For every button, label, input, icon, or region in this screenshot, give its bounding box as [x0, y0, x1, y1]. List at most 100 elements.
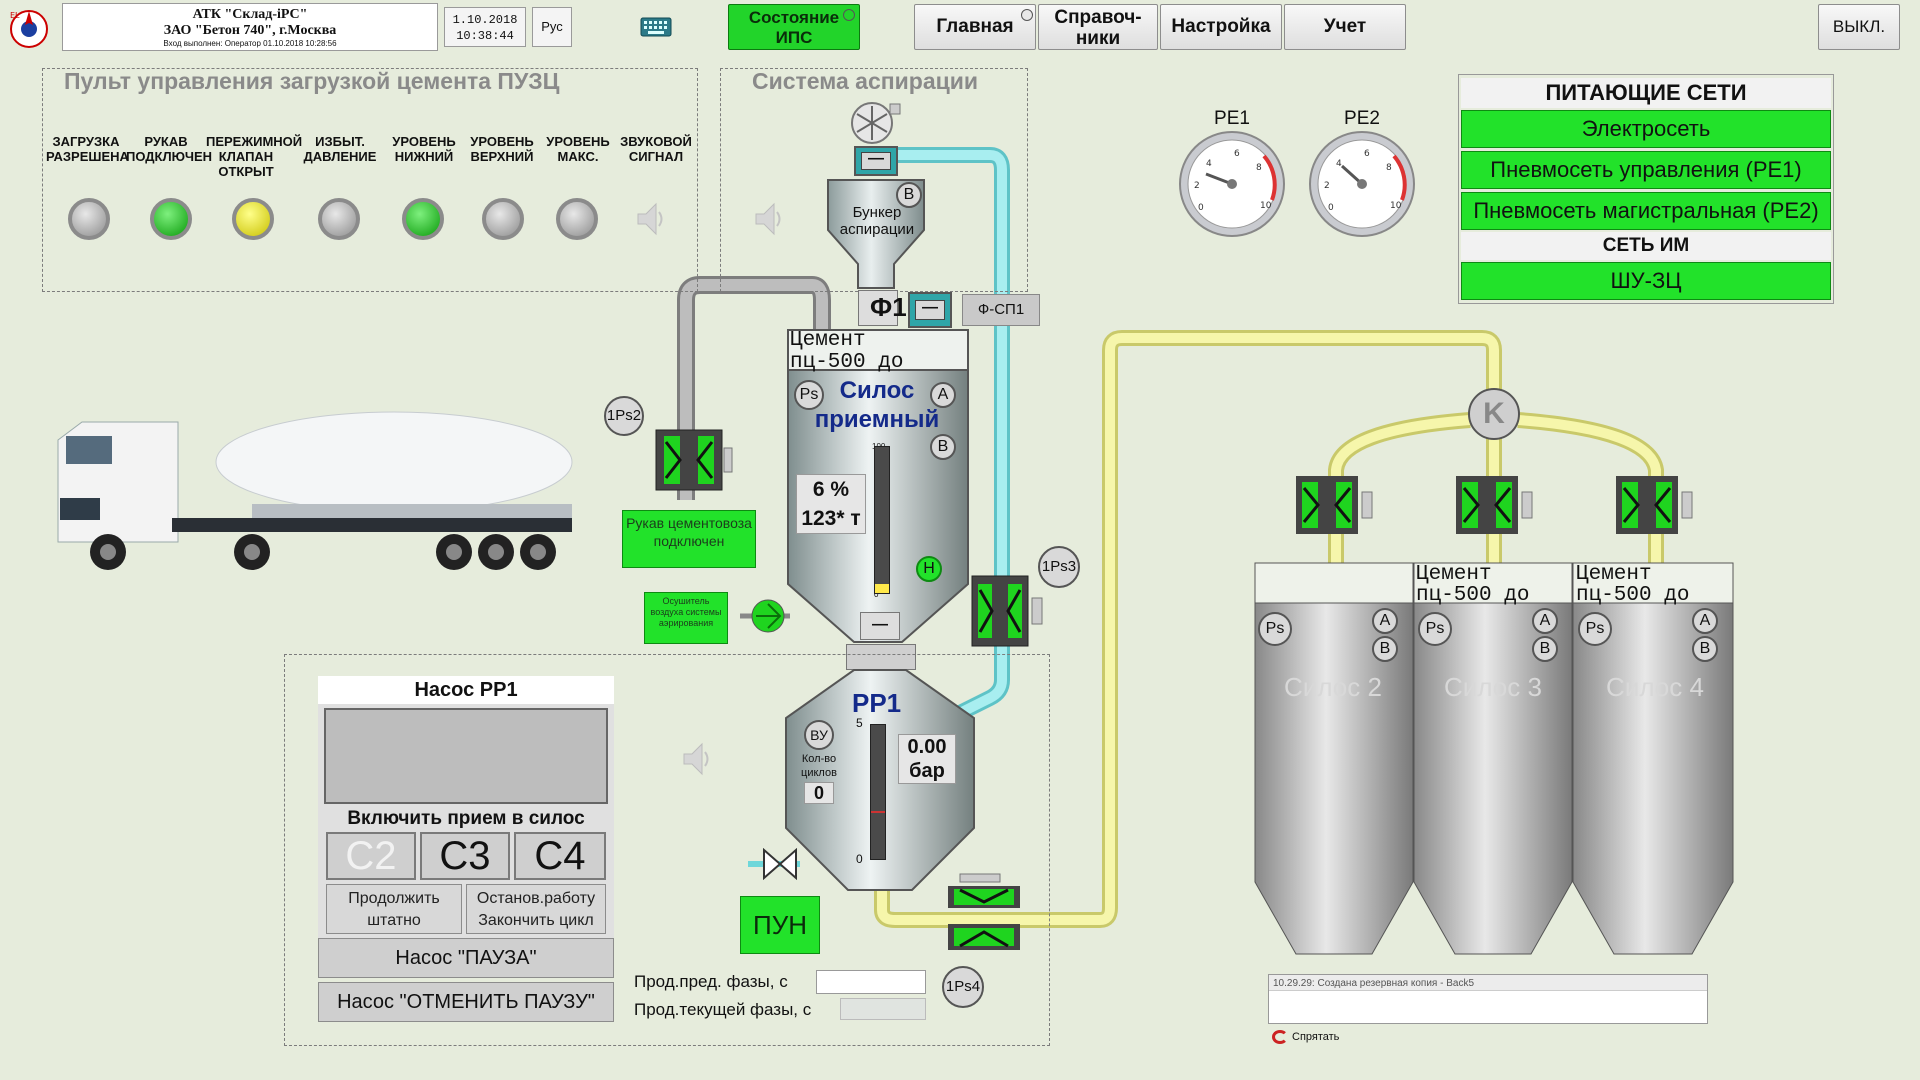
cur-phase-field: [840, 998, 926, 1020]
silo3-ps-sensor[interactable]: Ps: [1418, 612, 1452, 646]
fan-icon[interactable]: [846, 100, 902, 146]
filter-f1-motor[interactable]: —: [908, 292, 952, 328]
silo4-name: Силос 4: [1606, 672, 1704, 702]
aeration-dryer-icon[interactable]: [748, 598, 788, 634]
receiver-ps-sensor[interactable]: Ps: [794, 380, 824, 410]
receiver-silo-name: Силос приемный: [814, 377, 940, 433]
lamp-level-high: [482, 198, 524, 240]
pump-pause-button[interactable]: Насос "ПАУЗА": [318, 938, 614, 978]
prev-phase-label: Прод.пред. фазы, с: [634, 972, 788, 991]
aspiration-title: Система аспирации: [752, 68, 979, 94]
distributor-k[interactable]: K: [1468, 388, 1520, 440]
network-electric[interactable]: Электросеть: [1461, 110, 1831, 148]
lamp-overpressure: [318, 198, 360, 240]
lamp-label-level-max: УРОВЕНЬ МАКС.: [546, 134, 610, 164]
svg-text:10: 10: [1260, 201, 1272, 211]
pump-speaker-icon[interactable]: [680, 740, 712, 778]
silo-c2-button[interactable]: C2: [326, 832, 416, 880]
filter-minus-icon[interactable]: —: [861, 151, 891, 170]
networks-title: ПИТАЮЩИЕ СЕТИ: [1461, 78, 1831, 108]
hide-log-button[interactable]: Спрятать: [1272, 1030, 1339, 1044]
valve-1ps4-icon[interactable]: [946, 872, 1022, 954]
svg-text:10: 10: [1390, 201, 1402, 211]
valve-1ps3-icon[interactable]: [970, 574, 1050, 648]
silo-c4-button[interactable]: C4: [514, 832, 606, 880]
enable-receive-label: Включить прием в силос: [347, 808, 585, 829]
svg-text:8: 8: [1256, 163, 1262, 173]
silo2-inlet-valve-icon[interactable]: [1294, 474, 1376, 536]
continue-button[interactable]: Продолжить штатно: [326, 884, 462, 934]
pump-vu-sensor[interactable]: ВУ: [804, 720, 834, 750]
silo4-b-sensor[interactable]: B: [1692, 636, 1718, 662]
hide-log-label: Спрятать: [1292, 1031, 1340, 1043]
speaker-icon[interactable]: [634, 200, 666, 238]
gauge-pe2-label: PE2: [1344, 108, 1380, 129]
stop-cycle-button[interactable]: Останов.работу Закончить цикл: [466, 884, 606, 934]
lamp-label-hose-connected: РУКАВ ПОДКЛЮЧЕН: [126, 134, 213, 164]
valve-1ps4-tag[interactable]: 1Ps4: [942, 966, 984, 1008]
lamp-label-load-allowed: ЗАГРУЗКА РАЗРЕШЕНА: [46, 134, 129, 164]
pun-button[interactable]: ПУН: [740, 896, 820, 954]
filter-f1-minus-icon: —: [915, 300, 945, 320]
aspiration-speaker-icon[interactable]: [752, 200, 784, 238]
silo4-cement-grade: пц-500 до: [1576, 584, 1690, 607]
silo3-inlet-valve-icon[interactable]: [1454, 474, 1536, 536]
pump-scale-top: 5: [856, 716, 863, 730]
silo3-a-sensor[interactable]: A: [1532, 608, 1558, 634]
gauge-pe2: 0 2 4 6 8 10: [1309, 131, 1415, 237]
filter-f1-label: Ф1: [870, 292, 907, 322]
svg-text:8: 8: [1386, 163, 1392, 173]
loading-panel-title: Пульт управления загрузкой цемента ПУЗЦ: [64, 68, 560, 94]
silo2-b-sensor[interactable]: B: [1372, 636, 1398, 662]
silo4-inlet-valve-icon[interactable]: [1614, 474, 1696, 536]
silo2-ps-sensor[interactable]: Ps: [1258, 612, 1292, 646]
im-network-title: СЕТЬ ИМ: [1461, 232, 1831, 260]
svg-text:2: 2: [1324, 181, 1330, 191]
network-pneumo-main[interactable]: Пневмосеть магистральная (PE2): [1461, 192, 1831, 230]
pump-inlet-valve-icon[interactable]: [762, 848, 798, 880]
receiver-a-sensor[interactable]: A: [930, 382, 956, 408]
silo2-a-sensor[interactable]: A: [1372, 608, 1398, 634]
receiver-h-sensor[interactable]: Н: [916, 556, 942, 582]
receiver-level-bar: [874, 446, 890, 594]
pump-pressure-readout: 0.00 бар: [898, 734, 956, 784]
valve-1ps3-tag[interactable]: 1Ps3: [1038, 546, 1080, 588]
receiver-cement-label: Цемент: [790, 329, 866, 352]
pump-pressure-marker: [871, 811, 885, 813]
receiver-level-percent: 6 %: [812, 478, 850, 501]
lamp-label-level-high: УРОВЕНЬ ВЕРХНИЙ: [470, 134, 534, 164]
network-shu-zc[interactable]: ШУ-ЗЦ: [1461, 262, 1831, 300]
silo3-cement-label: Цемент: [1416, 563, 1492, 586]
network-pneumo-control[interactable]: Пневмосеть управления (PE1): [1461, 151, 1831, 189]
receiver-b-sensor[interactable]: B: [930, 434, 956, 460]
silo4-a-sensor[interactable]: A: [1692, 608, 1718, 634]
silo3-cement-grade: пц-500 до: [1416, 584, 1530, 607]
svg-text:6: 6: [1234, 149, 1240, 159]
silo3-b-sensor[interactable]: B: [1532, 636, 1558, 662]
filter-fsp1-tag[interactable]: Ф-СП1: [962, 294, 1040, 326]
receiver-gate-icon[interactable]: —: [860, 612, 900, 640]
silo-c3-button[interactable]: C3: [420, 832, 510, 880]
pump-unpause-button[interactable]: Насос "ОТМЕНИТЬ ПАУЗУ": [318, 982, 614, 1022]
silo2-name: Силос 2: [1284, 672, 1382, 702]
silo4-ps-sensor[interactable]: Ps: [1578, 612, 1612, 646]
hose-valve-tag[interactable]: 1Ps2: [604, 396, 644, 436]
svg-text:0: 0: [1198, 203, 1204, 213]
receiver-level-fill: [875, 584, 889, 593]
pump-pressure-value: 0.00: [907, 736, 947, 758]
receiver-cement-grade: пц-500 до: [790, 351, 904, 374]
svg-text:2: 2: [1194, 181, 1200, 191]
storage-silos: [1254, 562, 1734, 955]
hose-valve-icon[interactable]: [654, 428, 734, 492]
pump-cycles-label: Кол-во циклов: [801, 753, 837, 779]
event-log: 10.29.29: Создана резервная копия - Back…: [1268, 974, 1708, 1024]
pump-control-title: Насос РР1: [318, 676, 614, 704]
cement-truck-image: [57, 411, 573, 570]
receiver-level-readout: 6 % 123* т: [796, 474, 866, 534]
hose-connected-note: Рукав цементовоза подключен: [622, 510, 756, 568]
bunker-b-sensor[interactable]: B: [896, 182, 922, 208]
bunker-label: Бункер аспирации: [839, 204, 915, 238]
log-entry: 10.29.29: Создана резервная копия - Back…: [1269, 975, 1707, 991]
prev-phase-field: [816, 970, 926, 994]
gauge-pe1-label: PE1: [1214, 108, 1250, 129]
